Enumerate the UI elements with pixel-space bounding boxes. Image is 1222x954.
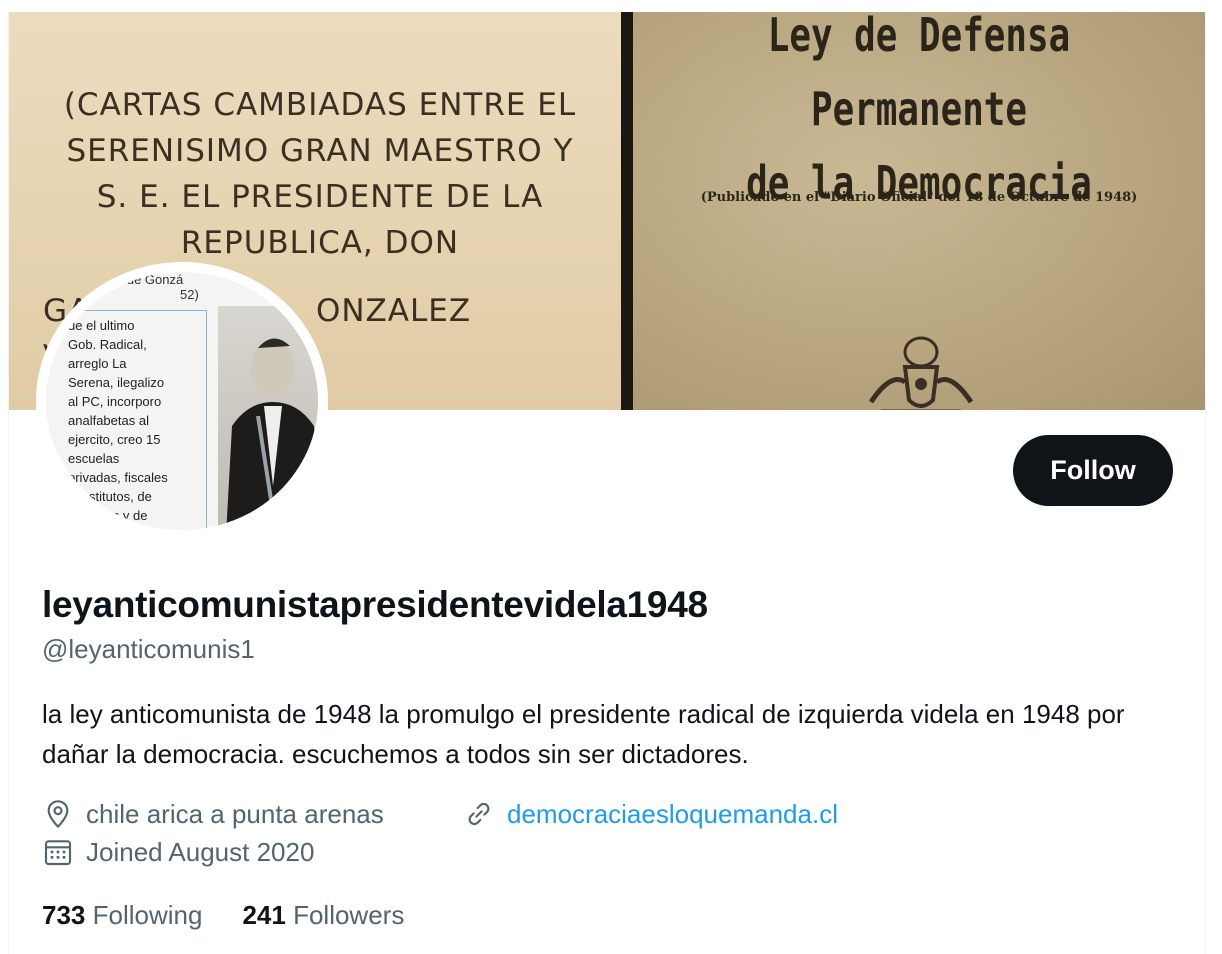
profile-joined-text: Joined August 2020 — [86, 836, 315, 867]
banner-right-title: Ley de Defensa Permanente de la Democrac… — [696, 12, 1142, 220]
profile-url-link[interactable]: democraciaesloquemanda.cl — [507, 799, 838, 830]
followers-link[interactable]: 241 Followers — [242, 900, 404, 931]
followers-label: Followers — [293, 900, 405, 930]
following-link[interactable]: 733 Following — [42, 900, 202, 931]
profile-handle: @leyanticomunis1 — [42, 634, 255, 664]
banner-right-title-line-2: de la Democracia — [746, 156, 1092, 210]
banner-left-line-1: (CARTAS CAMBIADAS ENTRE EL — [63, 87, 577, 123]
avatar-top-text: e de Gonzá 52) — [116, 272, 236, 302]
follow-button[interactable]: Follow — [1013, 435, 1173, 506]
coat-of-arms-icon — [868, 336, 974, 410]
avatar-caption: ue el ultimo Gob. Radical, arreglo La Se… — [68, 318, 168, 530]
banner-left-line-2: SERENISIMO GRAN MAESTRO Y — [66, 133, 574, 169]
location-pin-icon — [42, 798, 74, 830]
avatar-portrait — [218, 306, 318, 530]
link-icon — [463, 798, 495, 830]
banner-right-subtitle: (Publicado en el "Diario Oficial" del 18… — [700, 190, 1138, 205]
banner-left-text: (CARTAS CAMBIADAS ENTRE EL SERENISIMO GR… — [33, 82, 607, 375]
profile-stats: 733 Following 241 Followers — [42, 900, 404, 931]
followers-count: 241 — [242, 900, 286, 930]
portrait-figure-icon — [226, 338, 318, 530]
banner-right-panel: Ley de Defensa Permanente de la Democrac… — [633, 12, 1205, 410]
avatar-top-text-2: 52) — [180, 287, 199, 302]
profile-joined: Joined August 2020 — [42, 836, 314, 868]
profile-display-name: leyanticomunistapresidentevidela1948 — [42, 584, 708, 625]
profile-location-text: chile arica a punta arenas — [86, 798, 384, 829]
banner-left-line-4: REPUBLICA, DON — [180, 225, 460, 261]
profile-url[interactable]: democraciaesloquemanda.cl — [463, 798, 838, 830]
profile-bio: la ley anticomunista de 1948 la promulgo… — [42, 699, 1125, 769]
banner-divider — [621, 12, 633, 410]
profile-location: chile arica a punta arenas — [42, 798, 384, 830]
banner-left-line-3: S. E. EL PRESIDENTE DE LA — [96, 179, 544, 215]
avatar-top-text-1: e de Gonzá — [116, 272, 184, 287]
profile-avatar[interactable]: e de Gonzá 52) ue el ultimo Gob. Radical… — [40, 266, 324, 536]
calendar-icon — [42, 836, 74, 868]
banner-right-title-line-1: Ley de Defensa Permanente — [767, 12, 1071, 136]
following-label: Following — [92, 900, 203, 930]
following-count: 733 — [42, 900, 86, 930]
avatar-image: e de Gonzá 52) ue el ultimo Gob. Radical… — [46, 272, 318, 530]
